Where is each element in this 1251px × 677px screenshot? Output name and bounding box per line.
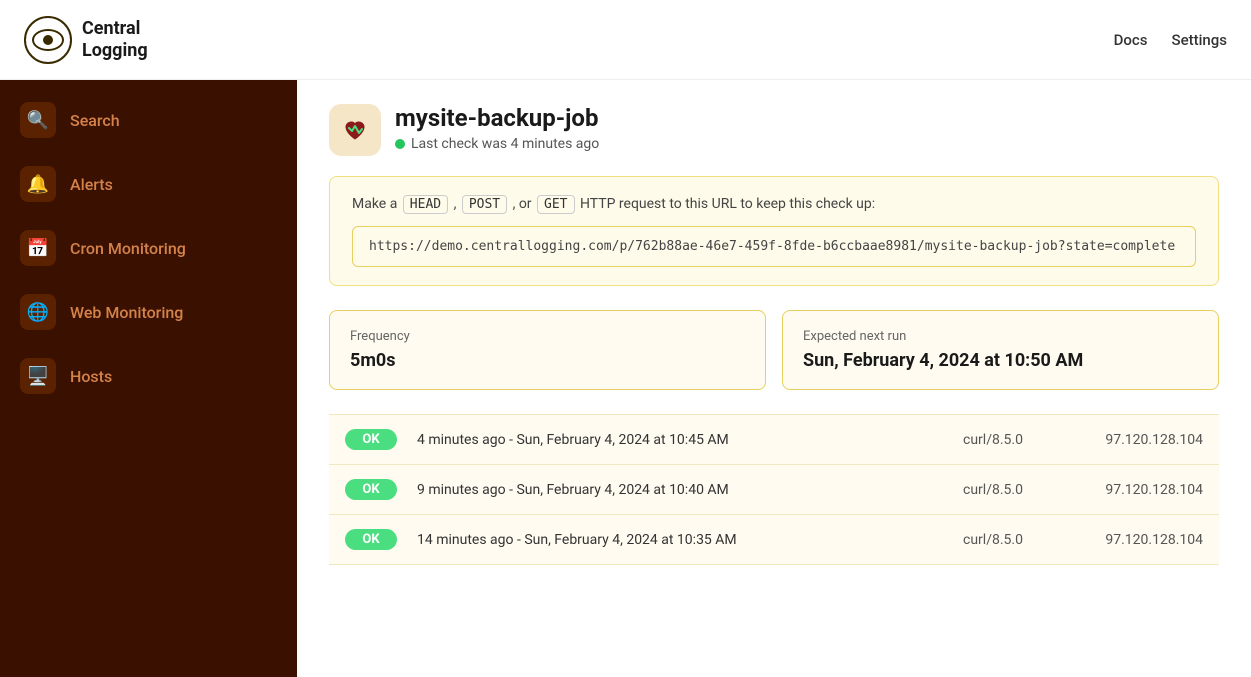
sidebar-item-search[interactable]: 🔍 Search — [0, 88, 297, 152]
docs-link[interactable]: Docs — [1114, 31, 1148, 49]
next-run-value: Sun, February 4, 2024 at 10:50 AM — [803, 350, 1198, 371]
log-time: 4 minutes ago - Sun, February 4, 2024 at… — [417, 432, 963, 448]
stats-row: Frequency 5m0s Expected next run Sun, Fe… — [329, 310, 1219, 390]
web-icon: 🌐 — [20, 294, 56, 330]
log-ip: 97.120.128.104 — [1063, 482, 1203, 498]
hosts-icon: 🖥️ — [20, 358, 56, 394]
last-check-text: Last check was 4 minutes ago — [411, 136, 599, 152]
status-dot-green — [395, 139, 405, 149]
next-run-label: Expected next run — [803, 329, 1198, 344]
ok-badge: OK — [345, 529, 397, 550]
logo-text: CentralLogging — [82, 18, 148, 61]
frequency-value: 5m0s — [350, 350, 745, 371]
sidebar-item-hosts[interactable]: 🖥️ Hosts — [0, 344, 297, 408]
search-icon: 🔍 — [20, 102, 56, 138]
method-post: POST — [462, 195, 507, 214]
log-row: OK 9 minutes ago - Sun, February 4, 2024… — [329, 465, 1219, 515]
header: CentralLogging Docs Settings — [0, 0, 1251, 80]
info-box: Make a HEAD , POST , or GET HTTP request… — [329, 176, 1219, 286]
sidebar-item-label: Search — [70, 111, 120, 130]
next-run-card: Expected next run Sun, February 4, 2024 … — [782, 310, 1219, 390]
sidebar-item-label: Web Monitoring — [70, 303, 183, 322]
frequency-label: Frequency — [350, 329, 745, 344]
method-get: GET — [537, 195, 574, 214]
header-nav: Docs Settings — [1114, 31, 1227, 49]
alerts-icon: 🔔 — [20, 166, 56, 202]
sidebar-item-alerts[interactable]: 🔔 Alerts — [0, 152, 297, 216]
log-row: OK 4 minutes ago - Sun, February 4, 2024… — [329, 414, 1219, 465]
sidebar-item-cron[interactable]: 📅 Cron Monitoring — [0, 216, 297, 280]
log-row: OK 14 minutes ago - Sun, February 4, 202… — [329, 515, 1219, 565]
log-ip: 97.120.128.104 — [1063, 532, 1203, 548]
log-agent: curl/8.5.0 — [963, 432, 1063, 448]
logo-icon — [24, 16, 72, 64]
info-text-before: Make a — [352, 196, 397, 212]
logo: CentralLogging — [24, 16, 148, 64]
log-time: 14 minutes ago - Sun, February 4, 2024 a… — [417, 532, 963, 548]
ok-badge: OK — [345, 479, 397, 500]
sidebar-item-label: Alerts — [70, 175, 113, 194]
info-text-after: HTTP request to this URL to keep this ch… — [580, 196, 875, 212]
job-title-area: mysite-backup-job Last check was 4 minut… — [395, 104, 599, 152]
log-list: OK 4 minutes ago - Sun, February 4, 2024… — [329, 414, 1219, 565]
log-ip: 97.120.128.104 — [1063, 432, 1203, 448]
job-status: Last check was 4 minutes ago — [395, 136, 599, 152]
frequency-card: Frequency 5m0s — [329, 310, 766, 390]
log-time: 9 minutes ago - Sun, February 4, 2024 at… — [417, 482, 963, 498]
job-icon — [329, 104, 381, 156]
log-agent: curl/8.5.0 — [963, 532, 1063, 548]
job-header: mysite-backup-job Last check was 4 minut… — [329, 104, 1219, 156]
sidebar-item-label: Hosts — [70, 367, 112, 386]
main-content: mysite-backup-job Last check was 4 minut… — [297, 80, 1251, 677]
layout: 🔍 Search 🔔 Alerts 📅 Cron Monitoring 🌐 We… — [0, 80, 1251, 677]
logo-eye-outer — [32, 29, 64, 51]
logo-eye-inner — [43, 35, 53, 45]
ping-url[interactable]: https://demo.centrallogging.com/p/762b88… — [352, 226, 1196, 267]
sidebar-item-web[interactable]: 🌐 Web Monitoring — [0, 280, 297, 344]
sidebar-item-label: Cron Monitoring — [70, 239, 186, 258]
settings-link[interactable]: Settings — [1171, 31, 1227, 49]
ok-badge: OK — [345, 429, 397, 450]
sidebar: 🔍 Search 🔔 Alerts 📅 Cron Monitoring 🌐 We… — [0, 80, 297, 677]
method-head: HEAD — [403, 195, 448, 214]
log-agent: curl/8.5.0 — [963, 482, 1063, 498]
cron-icon: 📅 — [20, 230, 56, 266]
job-title: mysite-backup-job — [395, 104, 599, 132]
